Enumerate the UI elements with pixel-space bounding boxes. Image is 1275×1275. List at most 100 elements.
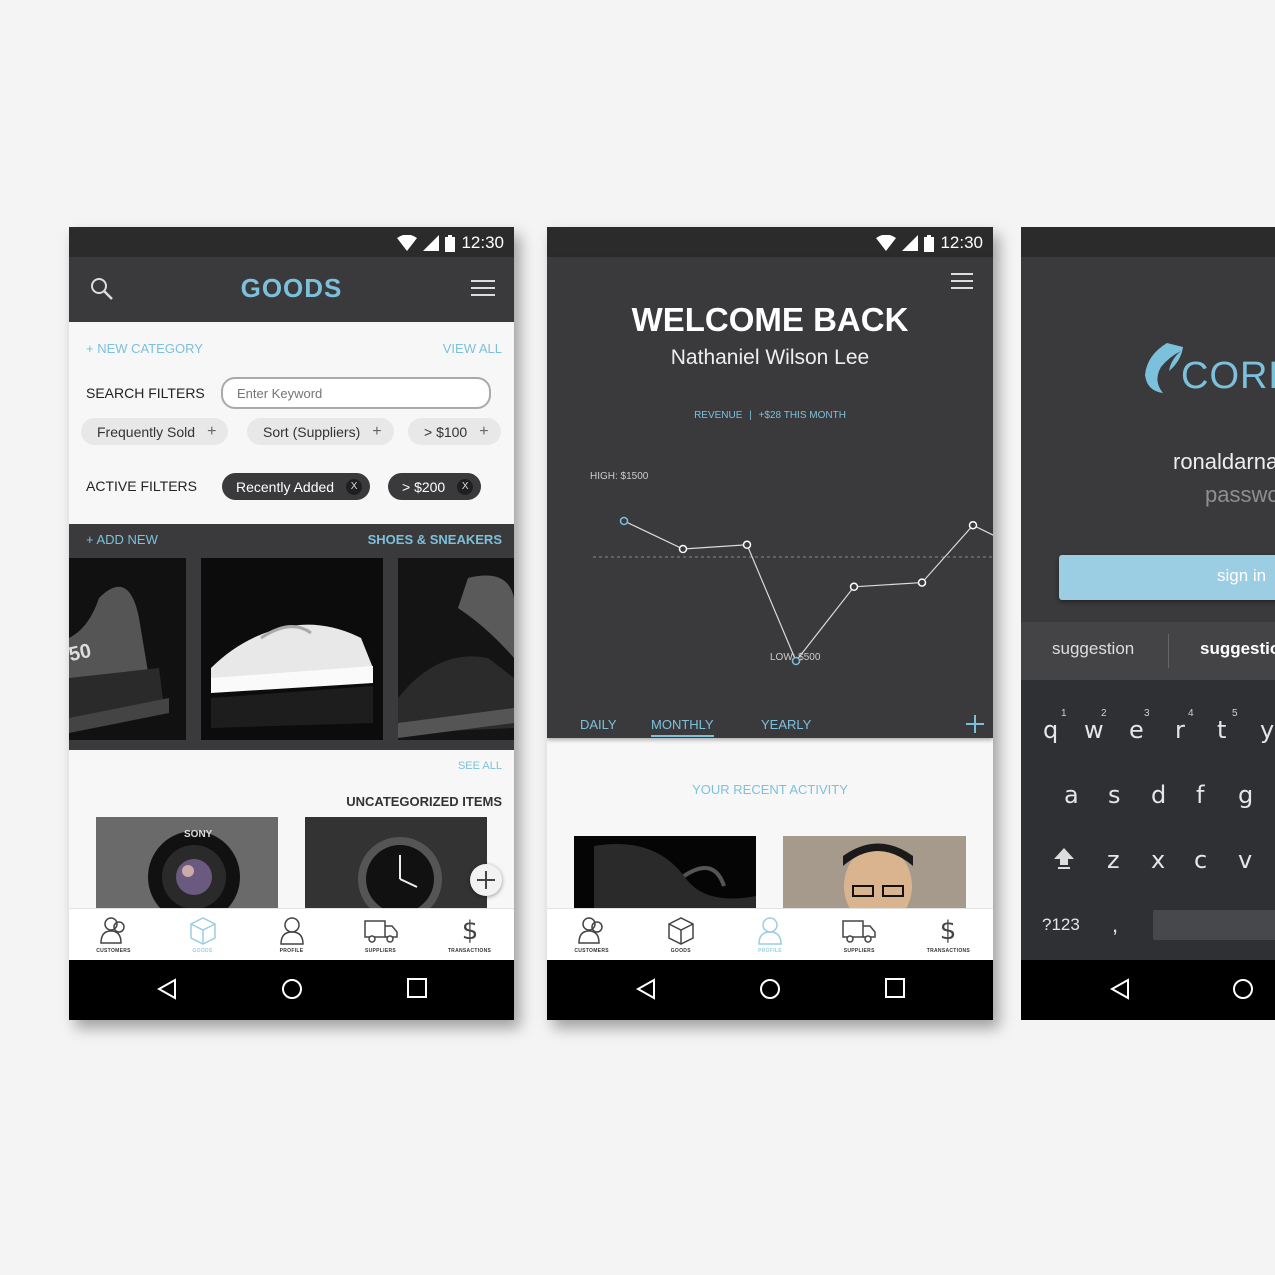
product-image[interactable] — [398, 558, 514, 740]
plus-icon — [477, 871, 495, 889]
view-all-link[interactable]: VIEW ALL — [443, 341, 502, 356]
revenue-chart: HIGH: $1500 LOW: $500 — [590, 471, 993, 666]
add-icon: + — [372, 422, 382, 440]
profile-icon — [279, 917, 304, 945]
data-point[interactable] — [678, 544, 688, 554]
suggestion-item[interactable]: suggestion — [1052, 639, 1134, 659]
add-icon[interactable] — [966, 715, 984, 733]
nav-profile[interactable]: PROFILE — [725, 909, 814, 962]
tab-yearly[interactable]: YEARLY — [761, 717, 811, 732]
back-icon[interactable] — [1110, 978, 1130, 1000]
nav-goods[interactable]: GOODS — [158, 909, 247, 962]
data-point[interactable] — [849, 582, 859, 592]
new-category-link[interactable]: + NEW CATEGORY — [86, 341, 203, 356]
suggestion-item[interactable]: suggestio — [1200, 639, 1275, 659]
nav-suppliers[interactable]: SUPPLIERS — [336, 909, 425, 962]
key-y[interactable]: y — [1260, 716, 1274, 744]
key-c[interactable]: c — [1194, 846, 1207, 874]
key-a[interactable]: a — [1064, 781, 1079, 809]
active-chip-recently-added[interactable]: Recently Added X — [222, 473, 371, 500]
key-hint: 4 — [1188, 708, 1194, 719]
home-icon[interactable] — [759, 978, 781, 1000]
key-v[interactable]: v — [1238, 846, 1252, 874]
home-icon[interactable] — [1232, 978, 1254, 1000]
app-header: GOODS — [69, 257, 514, 322]
nav-label: PROFILE — [279, 948, 304, 954]
shift-icon[interactable] — [1053, 846, 1075, 870]
status-bar: 12:30 — [69, 227, 514, 257]
close-icon[interactable]: X — [346, 478, 363, 495]
nav-label: SUPPLIERS — [364, 948, 397, 954]
username-field[interactable]: ronaldarna — [1173, 449, 1275, 475]
key-z[interactable]: z — [1107, 846, 1120, 874]
revenue-change: +$28 THIS MONTH — [758, 410, 846, 421]
key-q[interactable]: q — [1043, 716, 1058, 744]
nav-customers[interactable]: CUSTOMERS — [547, 909, 636, 962]
battery-icon — [445, 234, 456, 252]
keyword-search-input[interactable] — [221, 377, 491, 409]
recents-icon[interactable] — [885, 978, 905, 998]
data-point[interactable] — [742, 540, 752, 550]
data-point[interactable] — [619, 516, 629, 526]
system-nav-bar — [1021, 960, 1275, 1020]
camera-brand: SONY — [184, 829, 213, 840]
home-icon[interactable] — [281, 978, 303, 1000]
truck-icon — [363, 920, 398, 943]
key-s[interactable]: s — [1108, 781, 1121, 809]
menu-icon[interactable] — [471, 279, 495, 297]
add-new-link[interactable]: + ADD NEW — [86, 532, 158, 547]
bottom-nav: CUSTOMERS GOODS PROFILE SUPPLIERS $ TRAN… — [547, 908, 993, 962]
tab-daily[interactable]: DAILY — [580, 717, 617, 732]
spacebar-key[interactable] — [1153, 910, 1275, 940]
shoes-section: + ADD NEW SHOES & SNEAKERS 50 — [69, 524, 514, 750]
nav-label: TRANSACTIONS — [447, 948, 492, 954]
menu-icon[interactable] — [951, 273, 973, 289]
filter-chip-sort-suppliers[interactable]: Sort (Suppliers) + — [247, 418, 394, 445]
sign-in-button[interactable]: sign in — [1059, 555, 1275, 600]
key-f[interactable]: f — [1196, 781, 1204, 809]
activity-image[interactable] — [574, 836, 756, 909]
nav-profile[interactable]: PROFILE — [247, 909, 336, 962]
filter-chip-over-100[interactable]: > $100 + — [408, 418, 501, 445]
add-fab-button[interactable] — [470, 864, 502, 896]
revenue-summary: REVENUE | +$28 THIS MONTH — [547, 410, 993, 421]
key-r[interactable]: r — [1175, 716, 1185, 744]
nav-transactions[interactable]: $ TRANSACTIONS — [904, 909, 993, 962]
nav-label: CUSTOMERS — [96, 948, 131, 954]
data-point[interactable] — [917, 578, 927, 587]
see-all-link[interactable]: SEE ALL — [458, 760, 502, 772]
product-image[interactable]: 50 — [69, 558, 186, 740]
key-g[interactable]: g — [1238, 781, 1253, 809]
nav-customers[interactable]: CUSTOMERS — [69, 909, 158, 962]
system-nav-bar — [69, 960, 514, 1020]
back-icon[interactable] — [157, 978, 177, 1000]
key-w[interactable]: w — [1084, 716, 1104, 744]
nav-goods[interactable]: GOODS — [636, 909, 725, 962]
symbols-key[interactable]: ?123 — [1042, 915, 1080, 935]
product-image[interactable]: SONY — [96, 817, 278, 909]
welcome-heading: WELCOME BACK — [631, 301, 909, 338]
tab-monthly[interactable]: MONTHLY — [651, 717, 714, 737]
comma-key[interactable]: , — [1112, 912, 1118, 938]
back-icon[interactable] — [636, 978, 656, 1000]
key-t[interactable]: t — [1217, 716, 1226, 744]
data-point[interactable] — [791, 656, 801, 666]
nav-suppliers[interactable]: SUPPLIERS — [815, 909, 904, 962]
password-field[interactable]: passwo — [1205, 482, 1275, 508]
close-icon[interactable]: X — [457, 478, 474, 495]
product-image[interactable] — [201, 558, 383, 740]
nav-transactions[interactable]: $ TRANSACTIONS — [425, 909, 514, 962]
key-x[interactable]: x — [1151, 846, 1165, 874]
data-point[interactable] — [968, 520, 978, 530]
filter-chip-frequently-sold[interactable]: Frequently Sold + — [81, 418, 229, 445]
status-bar: 12:30 — [547, 227, 993, 257]
activity-image[interactable] — [783, 836, 966, 909]
key-d[interactable]: d — [1151, 781, 1166, 809]
recents-icon[interactable] — [407, 978, 427, 998]
product-image[interactable] — [305, 817, 487, 909]
active-chip-over-200[interactable]: > $200 X — [388, 473, 482, 500]
svg-text:$: $ — [940, 916, 957, 945]
key-e[interactable]: e — [1129, 716, 1144, 744]
nav-label: TRANSACTIONS — [926, 948, 971, 954]
wifi-icon — [876, 235, 897, 251]
